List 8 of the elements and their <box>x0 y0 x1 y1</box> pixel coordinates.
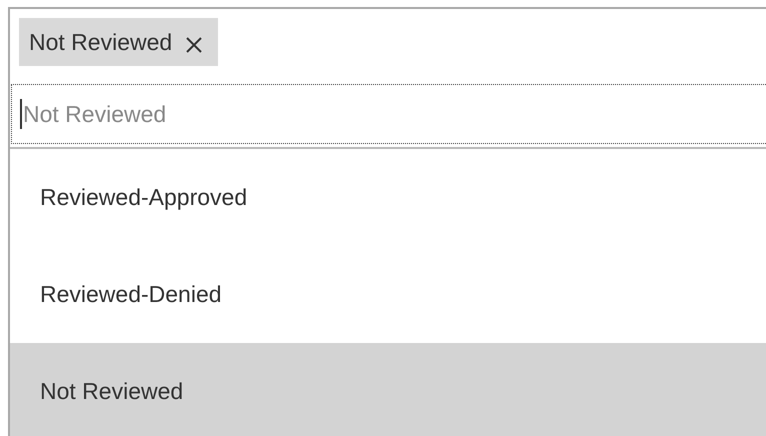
tag-label: Not Reviewed <box>29 28 172 56</box>
search-field[interactable]: Not Reviewed <box>11 84 766 144</box>
remove-tag-button[interactable] <box>184 35 204 55</box>
text-cursor-icon <box>20 99 22 129</box>
dropdown-option[interactable]: Reviewed-Approved <box>10 149 766 246</box>
dropdown-option[interactable]: Reviewed-Denied <box>10 246 766 343</box>
close-icon <box>184 35 204 55</box>
dropdown-option[interactable]: Not Reviewed <box>10 343 766 436</box>
